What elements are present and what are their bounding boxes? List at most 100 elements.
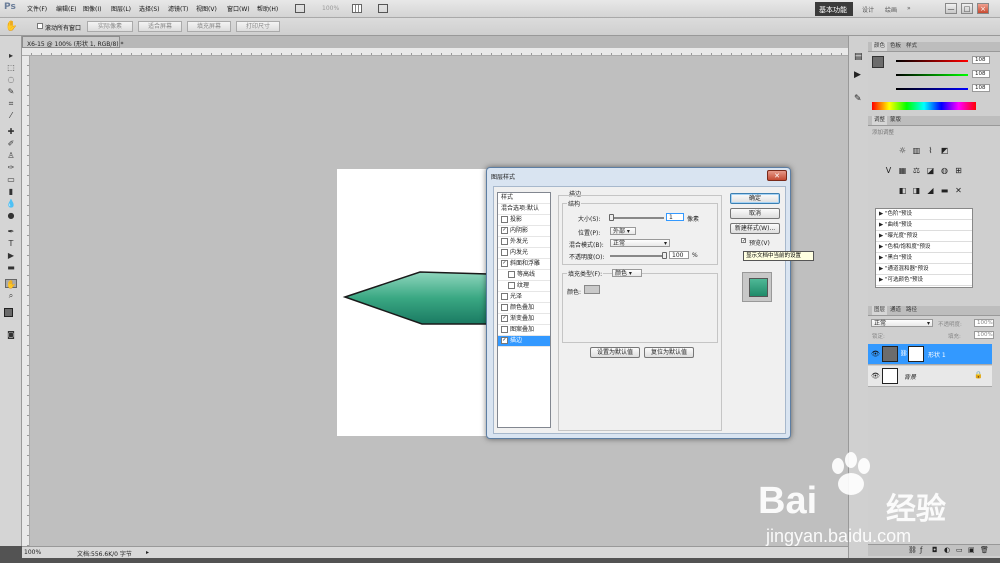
brush-panel-icon[interactable]: ✎ (854, 94, 862, 104)
style-item[interactable]: ✓ 斜面和浮雕 (498, 259, 550, 270)
style-checkbox[interactable] (501, 249, 508, 256)
status-zoom[interactable]: 100% (24, 549, 41, 556)
teal-shape[interactable] (340, 266, 490, 328)
quick-select-tool-icon[interactable]: ✎ (5, 87, 17, 96)
layer-row-background[interactable]: 👁 背景 🔒 (868, 366, 992, 387)
workspace-basic[interactable]: 基本功能 (815, 2, 853, 16)
style-item[interactable]: ✓ 渐变叠加 (498, 314, 550, 325)
screen-mode-icon[interactable] (295, 4, 305, 13)
new-style-button[interactable]: 新建样式(W)... (730, 223, 780, 234)
invert-icon[interactable]: ◧ (898, 186, 907, 195)
preset-item[interactable]: ▶ "通道混和器"预设 (876, 265, 972, 275)
menu-help[interactable]: 帮助(H) (257, 4, 278, 13)
green-slider[interactable] (896, 74, 968, 76)
hand-tool-icon[interactable]: ✋ (5, 279, 17, 289)
tab-color[interactable]: 颜色 (872, 42, 888, 51)
posterize-icon[interactable]: ◨ (912, 186, 921, 195)
lasso-tool-icon[interactable]: ◌ (5, 75, 17, 84)
path-select-tool-icon[interactable]: ▶ (5, 251, 17, 260)
style-checkbox[interactable]: ✓ (501, 260, 508, 267)
style-item[interactable]: 颜色叠加 (498, 303, 550, 314)
tab-masks[interactable]: 蒙版 (890, 116, 901, 125)
eyedropper-tool-icon[interactable]: ⁄ (5, 111, 17, 120)
style-item[interactable]: 图案叠加 (498, 325, 550, 336)
fill-screen-button[interactable]: 填充屏幕 (187, 21, 231, 32)
style-checkbox[interactable] (508, 282, 515, 289)
style-item[interactable]: 混合选项:默认 (498, 204, 550, 215)
style-checkbox[interactable] (501, 293, 508, 300)
layer-name[interactable]: 形状 1 (928, 350, 946, 359)
dialog-close-button[interactable]: ✕ (767, 170, 787, 181)
document-tab[interactable]: X6-15 @ 100% (形状 1, RGB/8) * (22, 36, 124, 48)
blend-mode-select[interactable]: 正常 ▾ (610, 239, 670, 247)
visibility-eye-icon[interactable]: 👁 (871, 350, 880, 358)
preset-item[interactable]: ▶ "色相/饱和度"预设 (876, 243, 972, 253)
levels-icon[interactable]: ▥ (912, 146, 921, 155)
history-brush-tool-icon[interactable]: ✑ (5, 163, 17, 172)
preset-item[interactable]: ▶ "可选颜色"预设 (876, 276, 972, 286)
actual-pixels-button[interactable]: 实际像素 (87, 21, 133, 32)
menu-filter[interactable]: 滤镜(T) (168, 4, 188, 13)
fill-value[interactable]: 100% (974, 331, 994, 339)
style-checkbox[interactable] (501, 216, 508, 223)
preset-item[interactable]: ▶ "色阶"预设 (876, 210, 972, 220)
opacity-input[interactable]: 100 (669, 251, 689, 259)
red-value[interactable]: 108 (972, 56, 990, 64)
menu-layer[interactable]: 图层(L) (111, 4, 131, 13)
zoom-display[interactable]: 100% (322, 5, 339, 12)
menu-image[interactable]: 图像(I) (83, 4, 101, 13)
crop-tool-icon[interactable]: ⌗ (5, 99, 17, 108)
style-checkbox[interactable] (501, 326, 508, 333)
arrange-icon[interactable] (352, 4, 362, 13)
shape-tool-icon[interactable]: ▬ (5, 263, 17, 272)
pen-tool-icon[interactable]: ✒ (5, 227, 17, 236)
selective-color-icon[interactable]: ✕ (954, 186, 963, 195)
brightness-icon[interactable]: ☼ (898, 146, 907, 155)
ok-button[interactable]: 确定 (730, 193, 780, 204)
blur-tool-icon[interactable]: 💧 (5, 199, 17, 208)
vibrance-icon[interactable]: V (884, 166, 893, 175)
stamp-tool-icon[interactable]: ♙ (5, 151, 17, 160)
menu-file[interactable]: 文件(F) (27, 4, 47, 13)
tab-layers[interactable]: 图层 (872, 306, 888, 315)
menu-window[interactable]: 窗口(W) (227, 4, 250, 13)
eraser-tool-icon[interactable]: ▭ (5, 175, 17, 184)
workspace-paint[interactable]: 绘画 (885, 5, 897, 14)
tab-swatches[interactable]: 色板 (890, 42, 901, 51)
foreground-color-swatch[interactable] (4, 308, 13, 317)
gradient-map-icon[interactable]: ▬ (940, 186, 949, 195)
minimize-button[interactable]: — (945, 3, 957, 14)
hand-tool-icon[interactable]: ✋ (5, 21, 17, 32)
layer-name[interactable]: 背景 (904, 372, 916, 381)
scroll-all-windows-checkbox[interactable] (37, 23, 43, 29)
zoom-tool-icon[interactable]: ⌕ (5, 291, 17, 300)
style-item[interactable]: 样式 (498, 193, 550, 204)
position-select[interactable]: 外部 ▾ (610, 227, 636, 235)
history-panel-icon[interactable]: ▤ (854, 52, 863, 62)
status-arrow-icon[interactable]: ▸ (146, 549, 149, 556)
gradient-tool-icon[interactable]: ▮ (5, 187, 17, 196)
preset-item[interactable]: ▶ "黑白"预设 (876, 254, 972, 264)
style-checkbox[interactable]: ✓ (501, 337, 508, 344)
workspace-more-icon[interactable]: » (907, 5, 911, 12)
color-spectrum[interactable] (872, 102, 976, 110)
style-item[interactable]: 等高线 (498, 270, 550, 281)
style-checkbox[interactable]: ✓ (501, 315, 508, 322)
style-item[interactable]: ✓ 内阴影 (498, 226, 550, 237)
style-item[interactable]: 投影 (498, 215, 550, 226)
opacity-slider-thumb[interactable] (662, 252, 667, 259)
style-item[interactable]: 纹理 (498, 281, 550, 292)
type-tool-icon[interactable]: T (5, 239, 17, 248)
visibility-eye-icon[interactable]: 👁 (871, 372, 880, 380)
quick-mask-icon[interactable]: ◙ (5, 330, 17, 339)
size-slider-thumb[interactable] (609, 214, 615, 221)
dodge-tool-icon[interactable]: ● (5, 211, 17, 220)
fill-type-select[interactable]: 颜色 ▾ (612, 269, 642, 277)
threshold-icon[interactable]: ◢ (926, 186, 935, 195)
style-item[interactable]: 外发光 (498, 237, 550, 248)
actions-panel-icon[interactable]: ▶ (854, 70, 861, 80)
preset-item[interactable]: ▶ "曝光度"预设 (876, 232, 972, 242)
style-item[interactable]: 内发光 (498, 248, 550, 259)
set-default-button[interactable]: 设置为默认值 (590, 347, 640, 358)
close-app-button[interactable]: × (977, 3, 989, 14)
